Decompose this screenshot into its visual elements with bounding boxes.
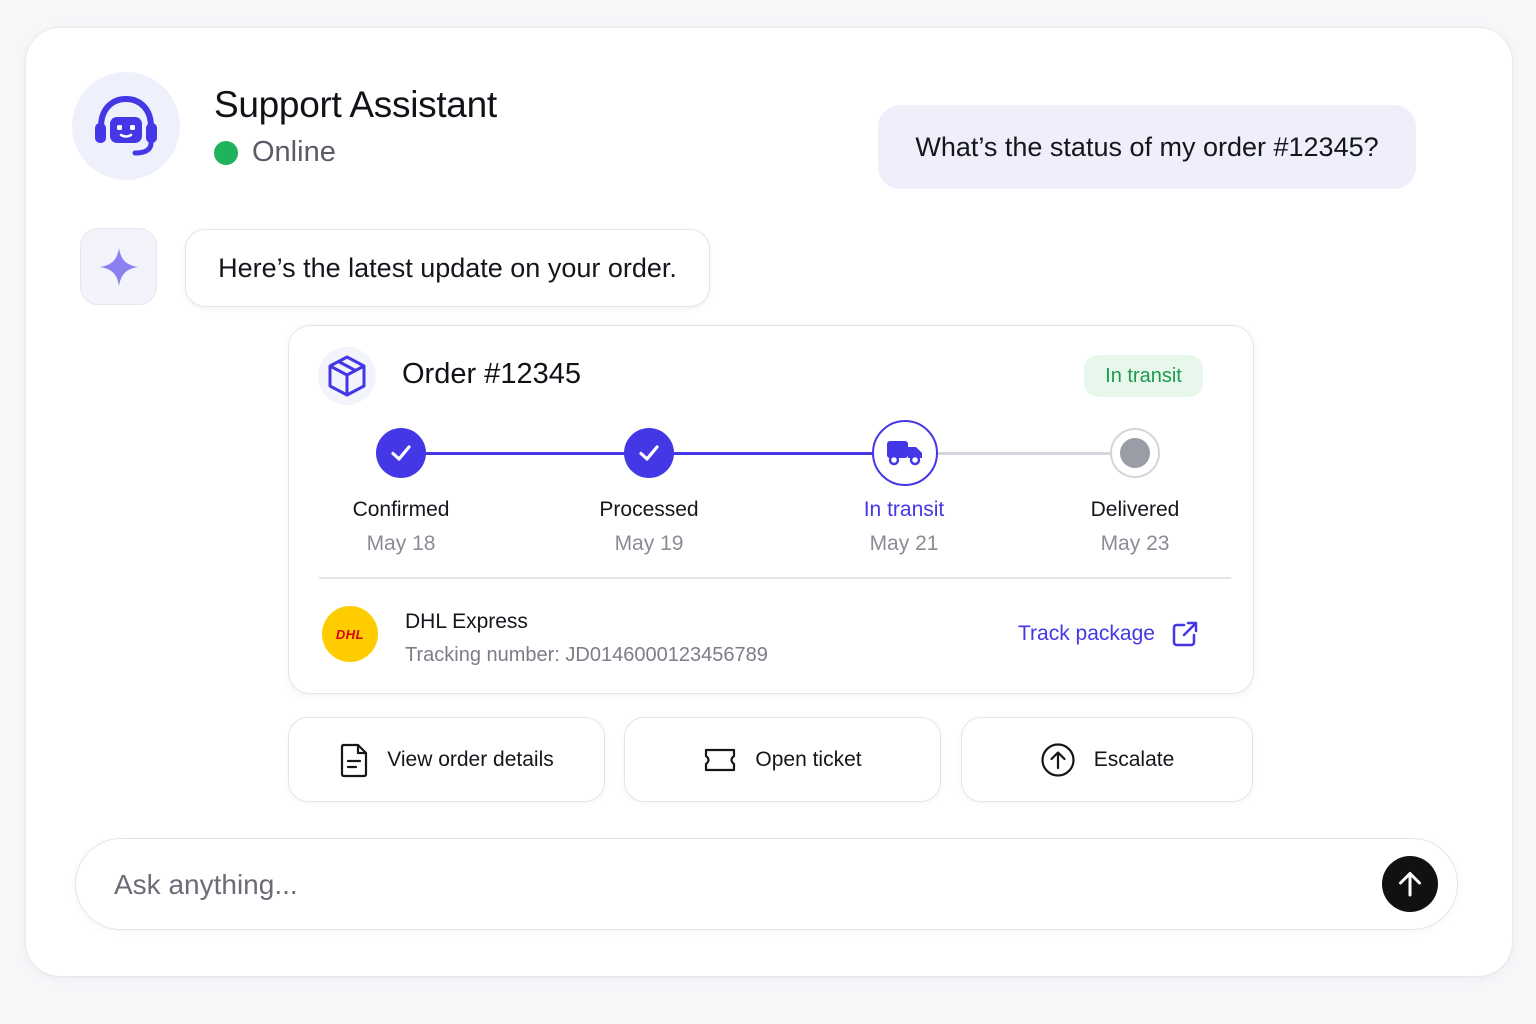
arrow-up-circle-icon	[1041, 742, 1075, 777]
card-divider	[319, 577, 1231, 579]
step-in-transit-truck	[872, 420, 938, 486]
check-icon	[639, 445, 659, 461]
open-ticket-button[interactable]: Open ticket	[624, 717, 941, 802]
carrier-name: DHL Express	[405, 610, 528, 633]
check-icon	[391, 445, 411, 461]
package-icon-wrap	[318, 347, 376, 405]
step-date-in-transit: May 21	[869, 532, 939, 555]
status-badge: In transit	[1084, 355, 1203, 397]
escalate-button[interactable]: Escalate	[961, 717, 1253, 802]
assistant-title: Support Assistant	[214, 84, 497, 125]
step-delivered-pending	[1110, 428, 1160, 478]
escalate-label: Escalate	[1093, 747, 1175, 771]
assistant-avatar	[72, 72, 180, 180]
assistant-message-avatar	[80, 228, 157, 305]
status-text: Online	[252, 136, 336, 168]
package-icon	[328, 355, 366, 397]
step-date-confirmed: May 18	[366, 532, 436, 555]
progress-line-1	[401, 452, 649, 455]
external-link-icon	[1172, 621, 1198, 647]
step-confirmed-check	[376, 428, 426, 478]
open-ticket-label: Open ticket	[755, 747, 862, 771]
message-input[interactable]	[114, 859, 1354, 911]
step-label-delivered: Delivered	[1090, 498, 1180, 521]
track-package-link[interactable]: Track package	[1018, 620, 1199, 648]
progress-line-2	[649, 452, 905, 455]
step-date-delivered: May 23	[1100, 532, 1170, 555]
view-order-details-label: View order details	[387, 747, 554, 771]
progress-line-3	[905, 452, 1135, 455]
document-icon	[341, 743, 368, 777]
ticket-icon	[705, 748, 736, 771]
tracking-number: Tracking number: JD0146000123456789	[405, 644, 768, 666]
pending-dot-icon	[1120, 438, 1150, 468]
user-message: What’s the status of my order #12345?	[878, 105, 1416, 189]
order-title: Order #12345	[402, 358, 581, 390]
dhl-logo: DHL	[322, 606, 378, 662]
step-label-confirmed: Confirmed	[352, 498, 450, 521]
view-order-details-button[interactable]: View order details	[288, 717, 605, 802]
track-package-label: Track package	[1018, 622, 1155, 645]
send-button[interactable]	[1382, 856, 1438, 912]
step-label-processed: Processed	[599, 498, 699, 521]
step-processed-check	[624, 428, 674, 478]
headset-bot-icon	[95, 95, 157, 156]
online-status: Online	[214, 136, 336, 169]
sparkle-icon	[99, 247, 138, 286]
truck-icon	[887, 441, 922, 466]
online-dot-icon	[214, 140, 238, 165]
step-label-in-transit: In transit	[863, 498, 945, 521]
assistant-message: Here’s the latest update on your order.	[185, 229, 710, 307]
dhl-logo-text: DHL	[335, 626, 365, 642]
arrow-up-icon	[1399, 872, 1421, 897]
step-date-processed: May 19	[614, 532, 684, 555]
message-composer	[75, 838, 1458, 930]
